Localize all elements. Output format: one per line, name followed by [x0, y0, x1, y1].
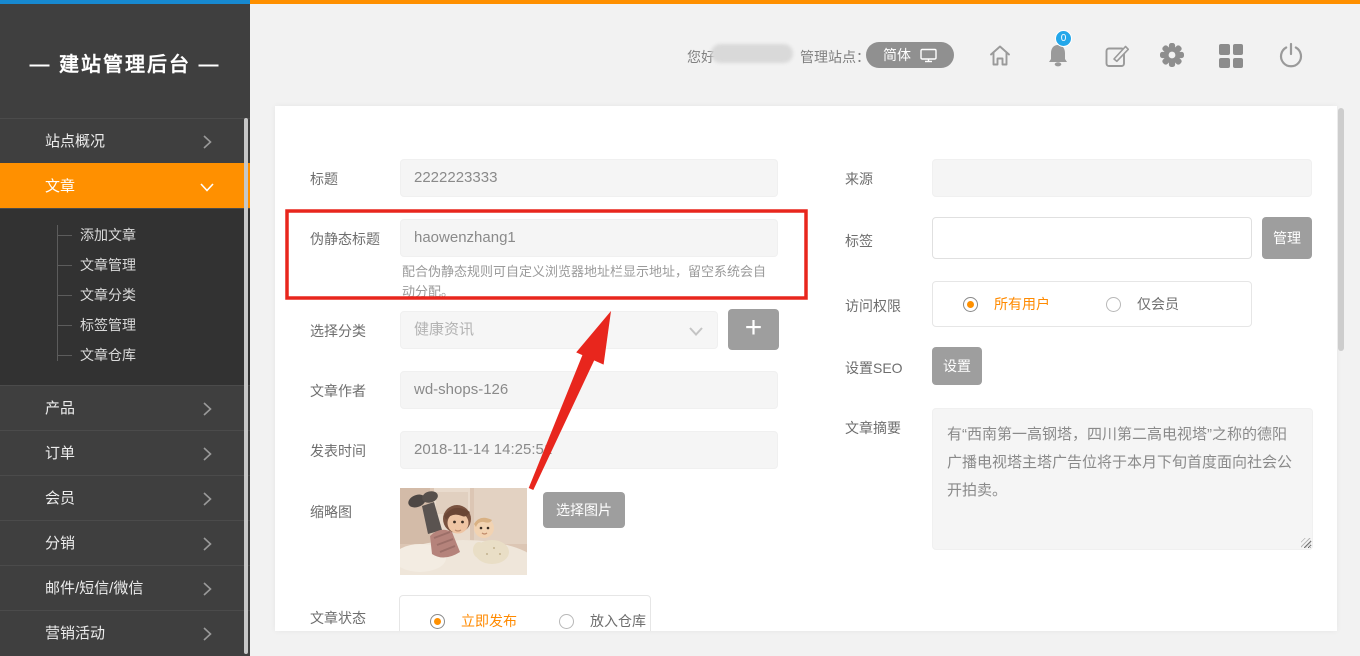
grid-square [1233, 44, 1244, 55]
sidebar-item-label: 产品 [45, 400, 75, 417]
tags-label: 标签 [845, 231, 873, 251]
status-warehouse-label[interactable]: 放入仓库 [590, 611, 646, 631]
grid-square [1219, 44, 1230, 55]
manage-site-label: 管理站点： [800, 47, 870, 67]
sidebar-item-label: 文章 [45, 178, 75, 195]
access-members-only-radio[interactable] [1106, 297, 1121, 312]
chevron-right-icon [203, 402, 212, 416]
author-label: 文章作者 [310, 381, 366, 401]
title-label: 标题 [310, 169, 338, 189]
slug-help-text: 配合伪静态规则可自定义浏览器地址栏显示地址，留空系统会自动分配。 [402, 262, 777, 302]
access-members-only-label[interactable]: 仅会员 [1137, 294, 1179, 314]
sidebar-item-label: 站点概况 [45, 133, 105, 150]
sidebar-item-label: 会员 [45, 490, 75, 507]
chevron-right-icon [203, 492, 212, 506]
sidebar-item-distribution[interactable]: 分销 [0, 520, 250, 565]
category-select[interactable]: 健康资讯 [400, 311, 718, 349]
language-label: 简体 [883, 45, 911, 65]
sidebar: — 建站管理后台 — 站点概况 文章 添加文章 文章管理 文章分类 标签管理 文… [0, 4, 250, 656]
sidebar-item-orders[interactable]: 订单 [0, 430, 250, 475]
grid-icon[interactable] [1219, 44, 1243, 68]
access-option-group: 所有用户 仅会员 [932, 281, 1252, 327]
status-label: 文章状态 [310, 608, 366, 628]
access-all-users-label[interactable]: 所有用户 [994, 294, 1050, 314]
thumbnail-image[interactable] [400, 488, 527, 575]
publish-time-label: 发表时间 [310, 441, 366, 461]
chevron-right-icon [203, 582, 212, 596]
seo-settings-button[interactable]: 设置 [932, 347, 982, 385]
status-publish-radio[interactable] [430, 614, 445, 629]
submenu-item-label: 文章仓库 [80, 347, 136, 363]
article-edit-panel: 标题 2222223333 伪静态标题 haowenzhang1 配合伪静态规则… [275, 106, 1337, 631]
source-label: 来源 [845, 169, 873, 189]
access-label: 访问权限 [845, 296, 901, 316]
sidebar-item-label: 营销活动 [45, 625, 105, 642]
sidebar-item-articles[interactable]: 文章 [0, 163, 250, 208]
grid-square [1233, 58, 1244, 69]
access-all-users-radio[interactable] [963, 297, 978, 312]
category-label: 选择分类 [310, 321, 366, 341]
topbar-orange [250, 0, 1360, 4]
author-input[interactable]: wd-shops-126 [400, 371, 778, 409]
home-icon[interactable] [986, 41, 1014, 74]
slug-label: 伪静态标题 [310, 229, 380, 249]
sidebar-item-article-manage[interactable]: 文章管理 [0, 250, 250, 280]
sidebar-item-mail-sms-wechat[interactable]: 邮件/短信/微信 [0, 565, 250, 610]
submenu-item-label: 文章分类 [80, 287, 136, 303]
app-title: — 建站管理后台 — [0, 48, 250, 77]
summary-textarea[interactable]: 有“西南第一高钢塔，四川第二高电视塔”之称的德阳广播电视塔主塔广告位将于本月下旬… [932, 408, 1313, 550]
notification-badge: 0 [1055, 30, 1072, 47]
manage-tags-button[interactable]: 管理 [1262, 217, 1312, 259]
sidebar-item-label: 邮件/短信/微信 [45, 580, 143, 597]
main-scrollbar[interactable] [1338, 108, 1344, 351]
chevron-right-icon [203, 537, 212, 551]
sidebar-item-article-warehouse[interactable]: 文章仓库 [0, 340, 250, 370]
edit-icon[interactable] [1102, 41, 1132, 76]
source-input[interactable] [932, 159, 1312, 197]
sidebar-item-label: 订单 [45, 445, 75, 462]
sidebar-item-add-article[interactable]: 添加文章 [0, 220, 250, 250]
articles-submenu: 添加文章 文章管理 文章分类 标签管理 文章仓库 [0, 208, 250, 385]
sidebar-menu: 站点概况 文章 添加文章 文章管理 文章分类 标签管理 文章仓库 产品 订单 会… [0, 118, 250, 655]
title-input[interactable]: 2222223333 [400, 159, 778, 197]
status-warehouse-radio[interactable] [559, 614, 574, 629]
sidebar-item-products[interactable]: 产品 [0, 385, 250, 430]
power-icon[interactable] [1277, 41, 1305, 74]
sidebar-item-members[interactable]: 会员 [0, 475, 250, 520]
chevron-right-icon [203, 627, 212, 641]
chevron-right-icon [203, 447, 212, 461]
submenu-item-label: 文章管理 [80, 257, 136, 273]
sidebar-scrollbar[interactable] [244, 118, 248, 654]
grid-square [1219, 58, 1230, 69]
submenu-item-label: 添加文章 [80, 227, 136, 243]
username-redacted [711, 44, 793, 63]
thumbnail-label: 缩略图 [310, 502, 352, 522]
sidebar-item-article-category[interactable]: 文章分类 [0, 280, 250, 310]
textarea-resize-handle[interactable] [1301, 538, 1311, 548]
status-publish-label[interactable]: 立即发布 [461, 611, 517, 631]
gear-icon[interactable] [1158, 41, 1186, 74]
submenu-item-label: 标签管理 [80, 317, 136, 333]
publish-time-input[interactable]: 2018-11-14 14:25:51 [400, 431, 778, 469]
sidebar-item-label: 分销 [45, 535, 75, 552]
category-selected-value: 健康资讯 [414, 321, 474, 338]
monitor-icon [920, 48, 937, 63]
summary-label: 文章摘要 [845, 418, 901, 438]
chevron-right-icon [203, 135, 212, 149]
status-option-group: 立即发布 放入仓库 [399, 595, 651, 631]
chevron-down-icon [200, 183, 214, 192]
sidebar-item-site-overview[interactable]: 站点概况 [0, 118, 250, 163]
chevron-down-icon [689, 327, 703, 336]
sidebar-item-marketing[interactable]: 营销活动 [0, 610, 250, 655]
add-category-button[interactable]: + [728, 309, 779, 350]
language-preview-button[interactable]: 简体 [866, 42, 954, 68]
slug-input[interactable]: haowenzhang1 [400, 219, 778, 257]
sidebar-item-tag-manage[interactable]: 标签管理 [0, 310, 250, 340]
tags-input[interactable] [932, 217, 1252, 259]
seo-label: 设置SEO [845, 358, 903, 378]
choose-image-button[interactable]: 选择图片 [543, 492, 625, 528]
